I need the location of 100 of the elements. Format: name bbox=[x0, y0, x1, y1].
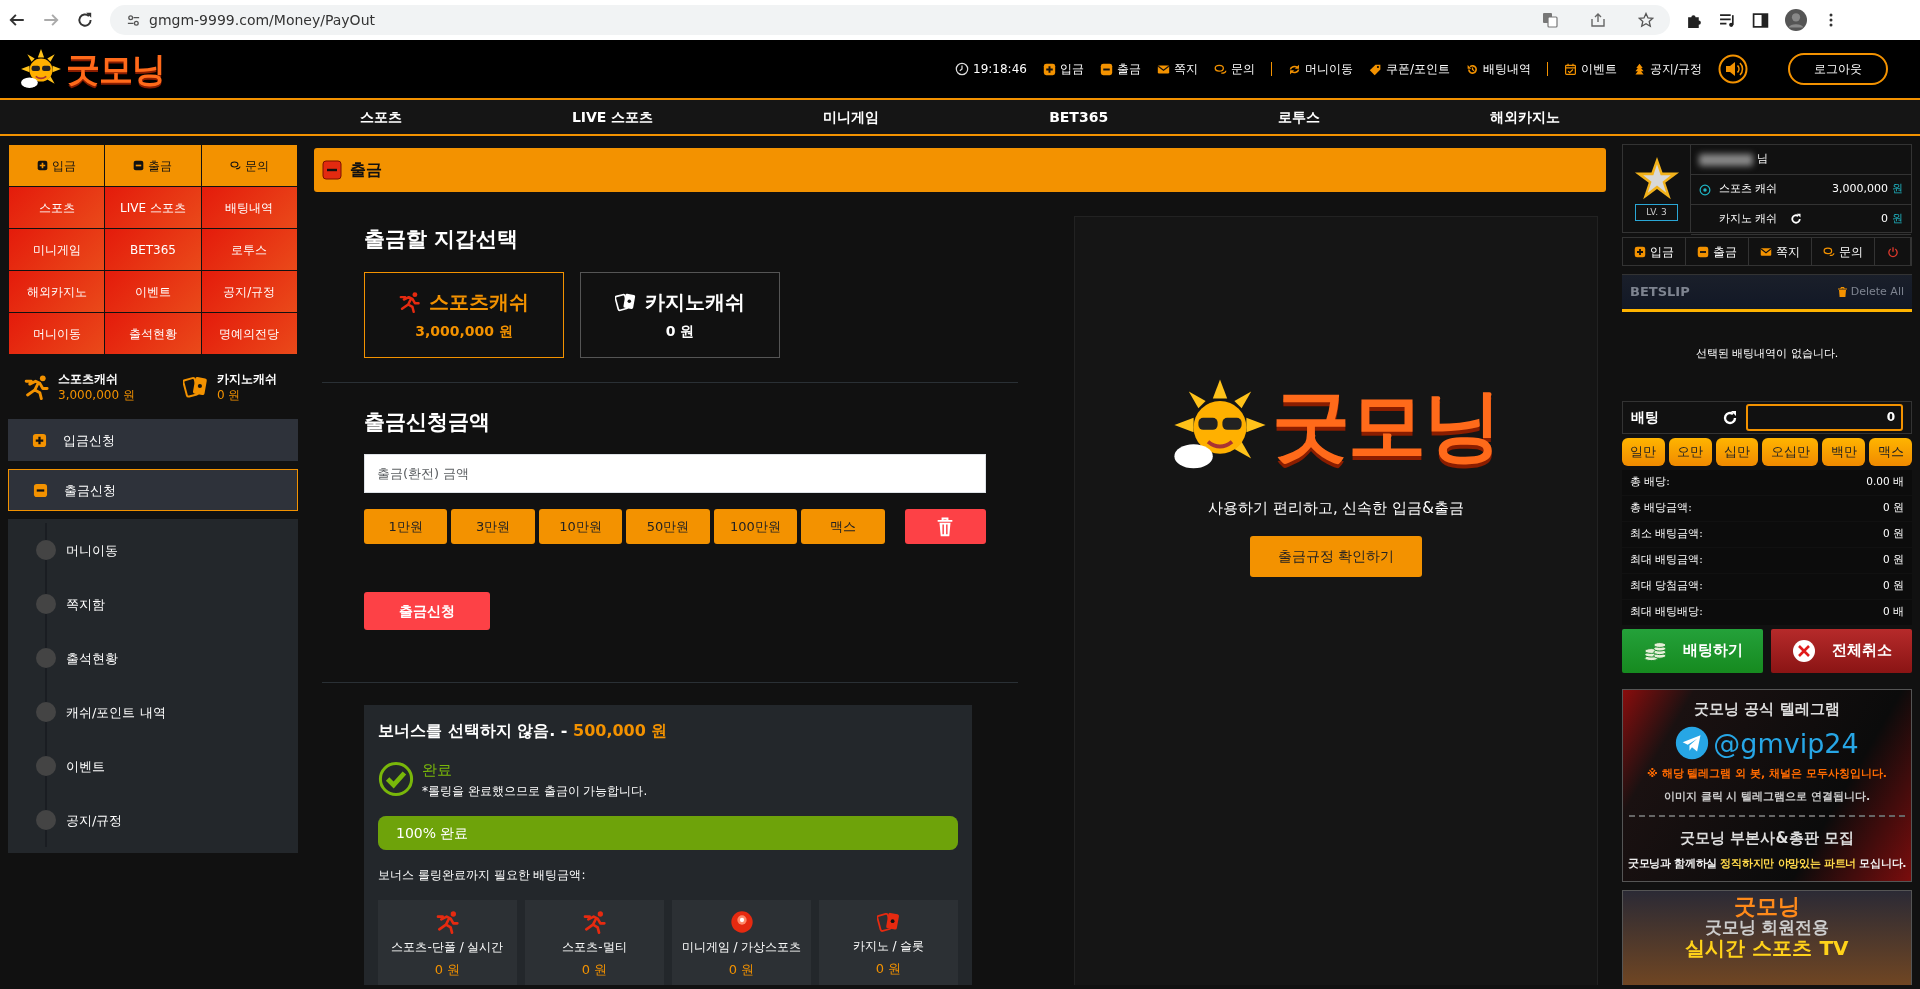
menu-button[interactable]: 배팅내역 bbox=[201, 187, 297, 228]
submenu-link[interactable]: 이벤트 bbox=[36, 739, 298, 794]
promo-tagline: 사용하기 편리하고, 신속한 입금&출금 bbox=[1208, 498, 1464, 519]
banner-subtitle: 굿모닝 회원전용 bbox=[1704, 917, 1830, 938]
currency-unit: 원 bbox=[1892, 181, 1903, 198]
site-logo[interactable]: 굿모닝 bbox=[66, 52, 165, 86]
progress-label: 100% 완료 bbox=[395, 823, 470, 843]
wallet-option[interactable]: 카지노캐쉬 0 원 bbox=[580, 271, 780, 358]
wallet-amount: 0 원 bbox=[216, 387, 242, 404]
category-name: 카지노 / 슬롯 bbox=[852, 937, 925, 955]
quick-amount-button[interactable]: 3만원 bbox=[451, 509, 535, 544]
account-action-button[interactable]: 문의 bbox=[1812, 238, 1875, 265]
quick-menu-button[interactable]: 출금 bbox=[105, 145, 201, 186]
telegram-banner[interactable]: 굿모닝 공식 텔레그램 @gmvip24 ※ 해당 텔레그램 외 봇, 채널은 모두사칭입니다. 이미지 클릭 시 텔레그램으로 연결됩니다. 굿모닝 부본사&총판 모집 굿모닝과 함께하실 정직하지만 야망있는 파트너 모십니다. bbox=[1622, 688, 1912, 882]
banner-title: 굿모닝 공식 텔레그램 bbox=[1694, 698, 1840, 720]
banner-note: 이미지 클릭 시 텔레그램으로 연결됩니다. bbox=[1663, 788, 1871, 805]
wallet-name: 스포츠캐쉬 bbox=[58, 371, 119, 388]
nav-link[interactable]: 로투스 bbox=[1278, 106, 1321, 128]
menu-button[interactable]: 로투스 bbox=[201, 229, 297, 270]
bet-chip-button[interactable]: 맥스 bbox=[1869, 437, 1912, 466]
sidebar-menu-item[interactable]: 입금신청 bbox=[8, 419, 298, 462]
quick-amount-button[interactable]: 맥스 bbox=[801, 509, 885, 544]
submenu-link[interactable]: 캐쉬/포인트 내역 bbox=[36, 685, 298, 740]
header-link[interactable]: 문의 bbox=[1213, 60, 1255, 78]
banner-note: 굿모닝과 함께하실 정직하지만 야망있는 파트너 모십니다. bbox=[1627, 855, 1907, 872]
submenu-link[interactable]: 공지/규정 bbox=[36, 793, 298, 848]
place-bet-button[interactable]: 배팅하기 bbox=[1622, 628, 1763, 673]
bet-chip-button[interactable]: 일만 bbox=[1622, 437, 1665, 466]
nav-link[interactable]: 해외카지노 bbox=[1489, 106, 1560, 128]
stat-value: 0 배 bbox=[1882, 604, 1904, 620]
header-link[interactable]: 입금 bbox=[1042, 60, 1084, 78]
header-link[interactable]: 출금 bbox=[1099, 60, 1141, 78]
bet-amount-input[interactable]: 0 bbox=[1746, 403, 1903, 431]
stat-value: 0 원 bbox=[1882, 526, 1904, 542]
submenu-link[interactable]: 쪽지함 bbox=[36, 577, 298, 632]
header-link[interactable]: 이벤트 bbox=[1563, 60, 1617, 78]
menu-button[interactable]: 출석현황 bbox=[105, 313, 201, 354]
cancel-all-button[interactable]: 전체취소 bbox=[1771, 628, 1912, 673]
menu-button[interactable]: 해외카지노 bbox=[9, 271, 105, 312]
account-action-button[interactable]: 입금 bbox=[1623, 238, 1686, 265]
bet-chip-button[interactable]: 십만 bbox=[1715, 437, 1759, 466]
menu-button[interactable]: 머니이동 bbox=[9, 313, 105, 354]
sidebar-menu-item[interactable]: 출금신청 bbox=[8, 469, 298, 512]
quick-amount-button[interactable]: 100만원 bbox=[713, 509, 798, 544]
menu-button[interactable]: 명예의전당 bbox=[201, 313, 297, 354]
nav-link[interactable]: 스포츠 bbox=[360, 106, 402, 128]
category-amount: 0 원 bbox=[875, 959, 902, 978]
account-action-button[interactable]: 출금 bbox=[1686, 238, 1749, 265]
header-link[interactable]: 쪽지 bbox=[1156, 60, 1198, 78]
sports-tv-banner[interactable]: 굿모닝 굿모닝 회원전용 실시간 스포츠 TV bbox=[1622, 889, 1912, 985]
menu-button[interactable]: 이벤트 bbox=[105, 271, 201, 312]
header-link[interactable]: 배팅내역 bbox=[1465, 60, 1531, 78]
empty-betslip-message: 선택된 배팅내역이 없습니다. bbox=[1694, 346, 1840, 362]
wallet-option-name: 카지노캐쉬 bbox=[645, 289, 745, 316]
submenu-link[interactable]: 머니이동 bbox=[36, 523, 298, 578]
rules-button[interactable]: 출금규정 확인하기 bbox=[1250, 535, 1422, 577]
quick-menu-button[interactable]: 문의 bbox=[201, 145, 297, 186]
wallet-option-amount: 0 원 bbox=[665, 322, 695, 341]
header-link[interactable]: 쿠폰/포인트 bbox=[1368, 60, 1450, 78]
header-link[interactable]: 공지/규정 bbox=[1632, 60, 1702, 78]
menu-button[interactable]: BET365 bbox=[105, 229, 201, 270]
logout-button[interactable]: 로그아웃 bbox=[1788, 53, 1888, 85]
telegram-handle: @gmvip24 bbox=[1713, 729, 1859, 757]
submenu-link[interactable]: 출석현황 bbox=[36, 631, 298, 686]
delete-all-link[interactable]: Delete All bbox=[1837, 283, 1904, 301]
cash-value: 0 bbox=[1881, 211, 1888, 228]
header-link[interactable]: 머니이동 bbox=[1287, 60, 1353, 78]
wallet-option-amount: 3,000,000 원 bbox=[415, 322, 513, 341]
menu-button[interactable]: 공지/규정 bbox=[201, 271, 297, 312]
bonus-title: 보너스를 선택하지 않음. - 500,000 원 bbox=[378, 720, 669, 742]
stat-value: 0 원 bbox=[1882, 552, 1904, 568]
category-amount: 0 원 bbox=[581, 960, 608, 979]
rolling-status: 완료 bbox=[422, 760, 453, 781]
nav-link[interactable]: 미니게임 bbox=[823, 106, 880, 128]
menu-button[interactable]: 스포츠 bbox=[9, 187, 105, 228]
address-bar[interactable]: gmgm-9999.com/Money/PayOut bbox=[110, 5, 1670, 35]
category-name: 스포츠-멀티 bbox=[562, 938, 627, 956]
bet-chip-button[interactable]: 백만 bbox=[1822, 437, 1866, 466]
amount-input[interactable]: 출금(환전) 금액 bbox=[364, 454, 986, 493]
account-action-button[interactable]: 쪽지 bbox=[1749, 238, 1812, 265]
clock-time: 19:18:46 bbox=[973, 61, 1027, 78]
bet-chip-button[interactable]: 오십만 bbox=[1762, 437, 1819, 466]
bet-label: 배팅 bbox=[1631, 407, 1659, 427]
quick-amount-button[interactable]: 10만원 bbox=[538, 509, 623, 544]
currency-unit: 원 bbox=[1892, 211, 1903, 228]
nav-link[interactable]: BET365 bbox=[1049, 106, 1109, 128]
stat-value: 0 원 bbox=[1882, 500, 1904, 516]
quick-menu-button[interactable]: 입금 bbox=[9, 145, 105, 186]
quick-amount-button[interactable]: 1만원 bbox=[364, 509, 448, 544]
bet-chip-button[interactable]: 오만 bbox=[1668, 437, 1712, 466]
wallet-option[interactable]: 스포츠캐쉬 3,000,000 원 bbox=[364, 271, 564, 358]
menu-button[interactable]: LIVE 스포츠 bbox=[105, 187, 201, 228]
menu-button[interactable]: 미니게임 bbox=[9, 229, 105, 270]
stat-label: 최대 당첨금액: bbox=[1630, 578, 1703, 594]
quick-amount-button[interactable]: 50만원 bbox=[626, 509, 710, 544]
rolling-note: *롤링을 완료했으므로 출금이 가능합니다. bbox=[422, 782, 648, 800]
banner-title: 굿모닝 부본사&총판 모집 bbox=[1680, 828, 1854, 850]
section-heading: 출금할 지갑선택 bbox=[364, 226, 520, 253]
nav-link[interactable]: LIVE 스포츠 bbox=[571, 106, 654, 128]
stat-label: 총 배당금액: bbox=[1630, 500, 1692, 516]
